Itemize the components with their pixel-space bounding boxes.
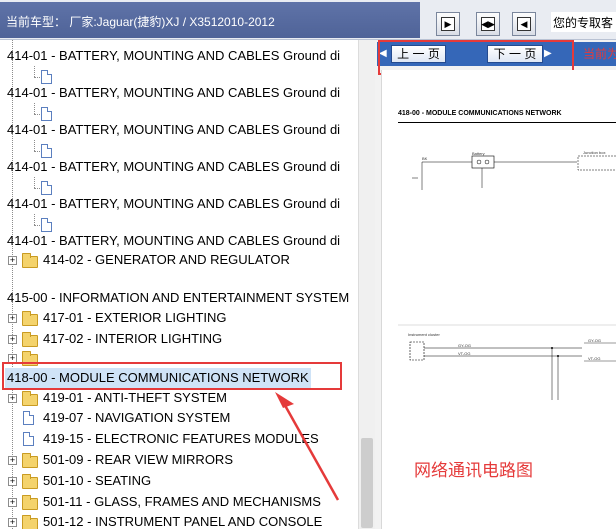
tree-row-label: 415-00 - INFORMATION AND ENTERTAINMENT S…: [7, 290, 350, 305]
nav-split-button[interactable]: ◀▶: [476, 12, 500, 36]
battery-terminal: [484, 159, 490, 165]
right-title: 您的专取客: [551, 12, 616, 32]
expand-plus-icon[interactable]: +: [8, 335, 17, 344]
folder-icon: [22, 253, 38, 268]
expand-plus-icon[interactable]: +: [8, 256, 17, 265]
tree-row[interactable]: + 501-10 - SEATING: [0, 471, 358, 491]
document-icon[interactable]: [41, 181, 52, 195]
tree-row[interactable]: + 501-09 - REAR VIEW MIRRORS: [0, 450, 358, 470]
tree-row[interactable]: + 501-11 - GLASS, FRAMES AND MECHANISMS: [0, 492, 358, 512]
wire-label-gy-og: GY-OG: [458, 343, 471, 348]
tree-row[interactable]: 414-01 - BATTERY, MOUNTING AND CABLES Gr…: [0, 120, 358, 140]
tree-row[interactable]: 414-01 - BATTERY, MOUNTING AND CABLES Gr…: [0, 231, 358, 251]
tree-row-label: 419-07 - NAVIGATION SYSTEM: [43, 410, 231, 425]
splice: [551, 347, 553, 349]
expand-plus-icon[interactable]: +: [8, 498, 17, 507]
tree-row-label: 414-01 - BATTERY, MOUNTING AND CABLES Gr…: [7, 196, 341, 211]
tree-row-label: 419-15 - ELECTRONIC FEATURES MODULES: [43, 431, 319, 446]
tree-row[interactable]: 419-15 - ELECTRONIC FEATURES MODULES: [0, 429, 358, 449]
wire-label-vt-og: VT-OG: [458, 351, 471, 356]
nav-first-button[interactable]: ▶: [436, 12, 460, 36]
wire-label-vt-og-right: VT-OG: [588, 356, 601, 361]
folder-icon: [22, 495, 38, 510]
junction-box: [577, 155, 616, 171]
tree-row-label: 419-01 - ANTI-THEFT SYSTEM: [43, 390, 227, 405]
tree-connector: [34, 214, 35, 225]
instrument-cluster-label: Instrument cluster: [408, 332, 440, 337]
document-icon[interactable]: [41, 107, 52, 121]
instrument-cluster-box: [409, 341, 425, 361]
split-arrows-icon: ◀▶: [481, 17, 495, 31]
splice: [557, 355, 559, 357]
tree-row[interactable]: 414-01 - BATTERY, MOUNTING AND CABLES Gr…: [0, 194, 358, 214]
document-icon[interactable]: [41, 144, 52, 158]
tree-row[interactable]: + 414-02 - GENERATOR AND REGULATOR: [0, 250, 358, 270]
expand-plus-icon[interactable]: +: [8, 518, 17, 527]
tree-row[interactable]: + 417-02 - INTERIOR LIGHTING: [0, 329, 358, 349]
tree-connector: [34, 103, 35, 114]
tree-row-label: 414-02 - GENERATOR AND REGULATOR: [43, 252, 290, 267]
arrow-left-icon: ◀: [517, 17, 531, 31]
tree-row-label: 414-01 - BATTERY, MOUNTING AND CABLES Gr…: [7, 122, 341, 137]
folder-icon: [22, 474, 38, 489]
battery-box: [471, 155, 495, 169]
tree-row-label: 414-01 - BATTERY, MOUNTING AND CABLES Gr…: [7, 233, 341, 248]
tree-row[interactable]: 415-00 - INFORMATION AND ENTERTAINMENT S…: [0, 288, 358, 308]
tree-row[interactable]: + 417-01 - EXTERIOR LIGHTING: [0, 308, 358, 328]
expand-plus-icon[interactable]: +: [8, 477, 17, 486]
tree-row[interactable]: 414-01 - BATTERY, MOUNTING AND CABLES Gr…: [0, 46, 358, 66]
battery-label: Battery: [472, 151, 485, 156]
folder-icon: [22, 391, 38, 406]
scrollbar-thumb[interactable]: [361, 438, 373, 528]
folder-icon: [22, 311, 38, 326]
tree-row-label: 414-01 - BATTERY, MOUNTING AND CABLES Gr…: [7, 159, 341, 174]
battery-terminal: [476, 159, 482, 165]
document-icon: [23, 432, 34, 446]
tree-row-label: 501-09 - REAR VIEW MIRRORS: [43, 452, 233, 467]
tree-row[interactable]: 419-07 - NAVIGATION SYSTEM: [0, 408, 358, 428]
arrow-right-icon: ▶: [441, 17, 455, 31]
tree-row-label: 414-01 - BATTERY, MOUNTING AND CABLES Gr…: [7, 85, 341, 100]
vehicle-title: 当前车型： 厂家:Jaguar(捷豹)XJ / X3512010-2012: [6, 15, 275, 29]
tree-row-label: 414-01 - BATTERY, MOUNTING AND CABLES Gr…: [7, 48, 341, 63]
tree-row[interactable]: + 419-01 - ANTI-THEFT SYSTEM: [0, 388, 358, 408]
junction-box-label: Junction box: [583, 150, 606, 155]
document-icon[interactable]: [41, 70, 52, 84]
document-icon: [23, 411, 34, 425]
nav-prev-button[interactable]: ◀: [512, 12, 536, 36]
wire-label-bk: BK: [422, 156, 428, 161]
document-icon[interactable]: [41, 218, 52, 232]
folder-icon: [22, 332, 38, 347]
tree-row-label: 501-10 - SEATING: [43, 473, 152, 488]
expand-plus-icon[interactable]: +: [8, 456, 17, 465]
current-label: 当前为: [583, 47, 616, 61]
selection-highlight-box: [2, 362, 342, 390]
annotation-caption: 网络通讯电路图: [414, 461, 533, 481]
tree-panel[interactable]: 414-01 - BATTERY, MOUNTING AND CABLES Gr…: [0, 40, 358, 529]
folder-icon: [22, 453, 38, 468]
tree-row-label: 501-12 - INSTRUMENT PANEL AND CONSOLE: [43, 514, 323, 529]
tree-connector: [34, 177, 35, 188]
tree-connector: [34, 66, 35, 77]
expand-plus-icon[interactable]: +: [8, 394, 17, 403]
top-toolbar: 当前车型： 厂家:Jaguar(捷豹)XJ / X3512010-2012 ▶ …: [0, 0, 616, 40]
tree-connector: [34, 140, 35, 151]
wire-label-gy-og-right: GY-OG: [588, 338, 601, 343]
tree-row-label: 417-01 - EXTERIOR LIGHTING: [43, 310, 227, 325]
folder-icon: [22, 515, 38, 529]
tree-row-label: 501-11 - GLASS, FRAMES AND MECHANISMS: [43, 494, 321, 509]
tree-scrollbar[interactable]: [358, 40, 375, 529]
tree-row[interactable]: 414-01 - BATTERY, MOUNTING AND CABLES Gr…: [0, 83, 358, 103]
expand-plus-icon[interactable]: +: [8, 314, 17, 323]
tree-row-label: 417-02 - INTERIOR LIGHTING: [43, 331, 223, 346]
tree-row[interactable]: 414-01 - BATTERY, MOUNTING AND CABLES Gr…: [0, 157, 358, 177]
tree-row[interactable]: + 501-12 - INSTRUMENT PANEL AND CONSOLE: [0, 512, 358, 529]
